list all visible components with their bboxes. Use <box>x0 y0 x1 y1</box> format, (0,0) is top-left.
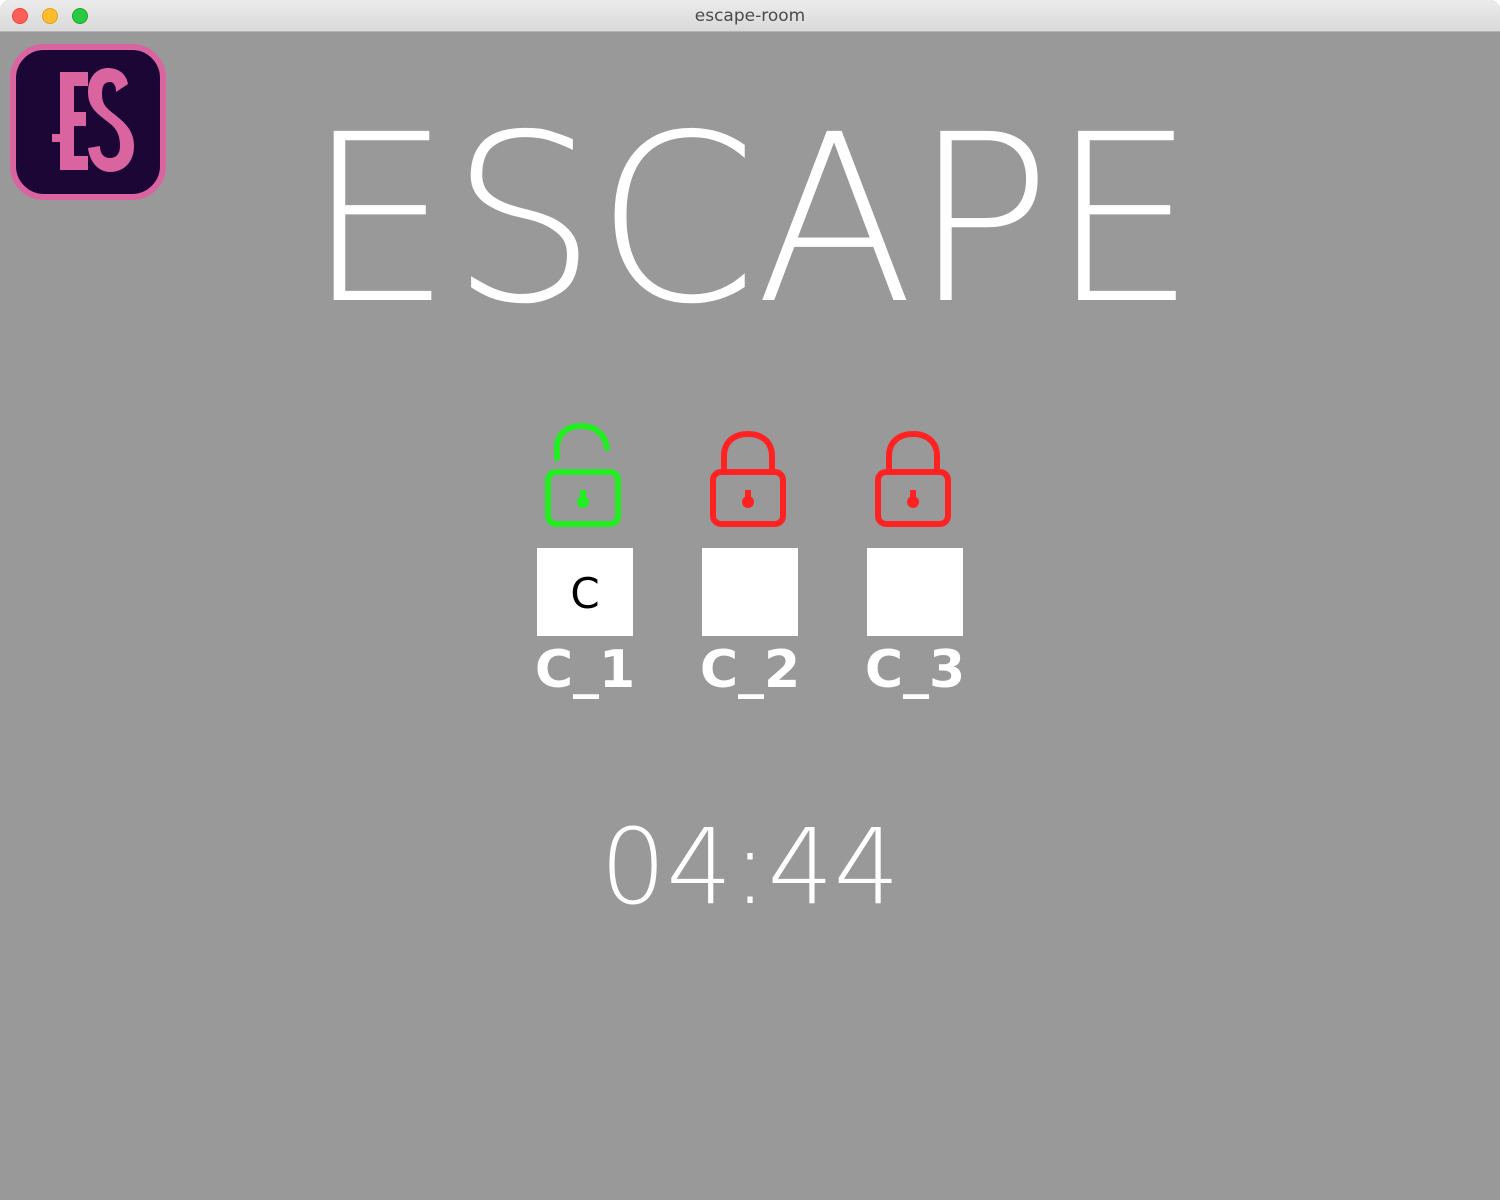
code-label-2: C_2 <box>699 640 801 700</box>
lock-open-icon <box>545 422 621 527</box>
app-window: escape-room ESCAPE C C_1 C_2 C_3 04:44 <box>0 0 1500 1200</box>
code-input-2[interactable] <box>702 548 798 636</box>
window-title: escape-room <box>694 6 806 26</box>
code-input-1[interactable]: C <box>537 548 633 636</box>
code-label-1: C_1 <box>534 640 636 700</box>
lock-closed-icon <box>875 430 951 527</box>
countdown-timer: 04:44 <box>600 806 900 928</box>
code-input-3[interactable] <box>867 548 963 636</box>
lock-row: C C_1 C_2 C_3 <box>0 32 1500 732</box>
title-bar[interactable]: escape-room <box>0 0 1500 32</box>
code-label-3: C_3 <box>864 640 966 700</box>
game-screen: ESCAPE C C_1 C_2 C_3 04:44 <box>0 32 1500 1200</box>
lock-closed-icon <box>710 430 786 527</box>
